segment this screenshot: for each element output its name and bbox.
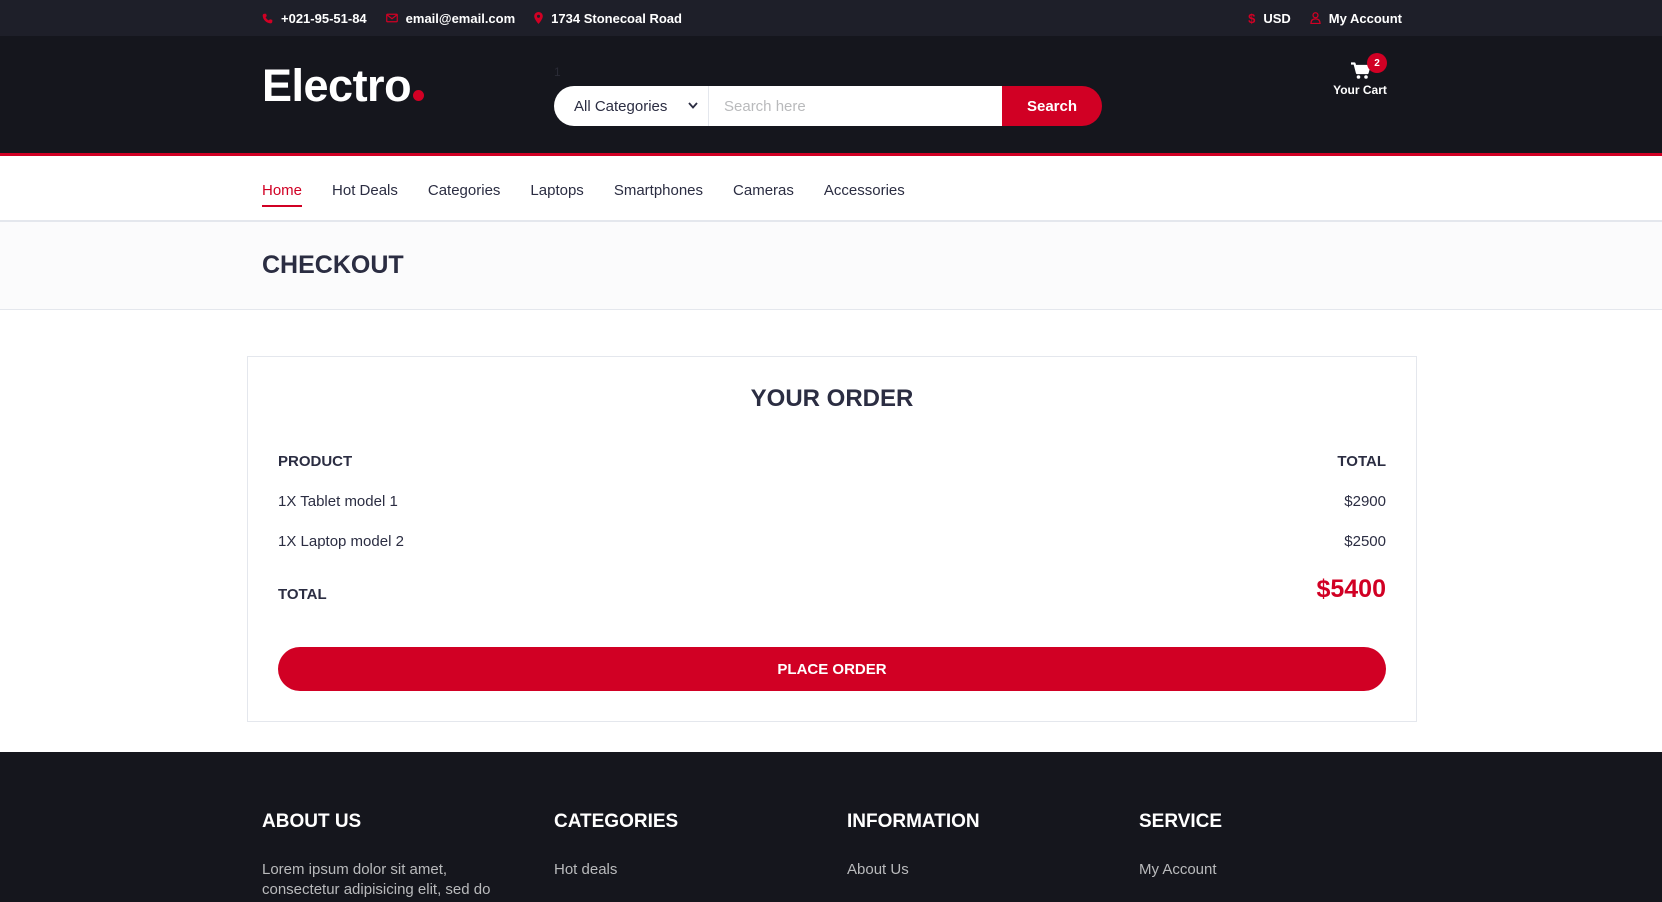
footer-categories: CATEGORIES Hot deals bbox=[554, 811, 814, 894]
order-item-row: 1X Tablet model 1 $2900 bbox=[278, 493, 1386, 510]
footer-categories-title: CATEGORIES bbox=[554, 811, 679, 832]
nav-item-categories[interactable]: Categories bbox=[428, 174, 501, 207]
footer-service-title: SERVICE bbox=[1139, 811, 1223, 832]
phone-link[interactable]: +021-95-51-84 bbox=[262, 11, 367, 26]
user-icon bbox=[1310, 12, 1321, 24]
footer-about: ABOUT US Lorem ipsum dolor sit amet, con… bbox=[262, 811, 522, 900]
phone-text: +021-95-51-84 bbox=[281, 10, 367, 26]
cart-label: Your Cart bbox=[1333, 83, 1387, 97]
map-marker-icon bbox=[534, 12, 543, 24]
nav-item-accessories[interactable]: Accessories bbox=[824, 174, 905, 207]
footer-link-my-account[interactable]: My Account bbox=[1139, 860, 1399, 880]
footer-about-title: ABOUT US bbox=[262, 811, 362, 832]
footer-about-text: Lorem ipsum dolor sit amet, consectetur … bbox=[262, 861, 491, 898]
order-total-row: TOTAL $5400 bbox=[278, 575, 1386, 604]
place-order-button[interactable]: PLACE ORDER bbox=[278, 647, 1386, 691]
top-bar-account: $ USD My Account bbox=[1248, 0, 1402, 36]
main-nav: Home Hot Deals Categories Laptops Smartp… bbox=[0, 159, 1662, 222]
footer-service: SERVICE My Account bbox=[1139, 811, 1399, 894]
cart-count-badge: 2 bbox=[1367, 53, 1387, 73]
currency-text: USD bbox=[1263, 10, 1291, 26]
envelope-icon bbox=[385, 13, 398, 23]
breadcrumb: CHECKOUT bbox=[0, 222, 1662, 310]
order-title: YOUR ORDER bbox=[750, 385, 914, 412]
footer-service-list: My Account bbox=[1139, 860, 1399, 880]
footer-categories-list: Hot deals bbox=[554, 860, 814, 880]
nav-list: Home Hot Deals Categories Laptops Smartp… bbox=[262, 159, 905, 222]
nav-item-smartphones[interactable]: Smartphones bbox=[614, 174, 703, 207]
email-link[interactable]: email@email.com bbox=[385, 10, 516, 26]
nav-item-home[interactable]: Home bbox=[262, 174, 303, 207]
footer-link-about-us[interactable]: About Us bbox=[847, 860, 1107, 880]
account-text: My Account bbox=[1328, 10, 1402, 26]
header-mark: 1 bbox=[554, 65, 561, 79]
column-product: PRODUCT bbox=[278, 453, 353, 470]
top-bar-contact: +021-95-51-84 email@email.com 1734 Stone… bbox=[262, 0, 682, 36]
main-header: Electro 1 All Categories Search here Sea… bbox=[0, 36, 1662, 156]
column-total: TOTAL bbox=[1337, 453, 1386, 470]
order-total-label: TOTAL bbox=[278, 586, 327, 603]
email-text: email@email.com bbox=[405, 10, 516, 26]
footer-link-hot-deals[interactable]: Hot deals bbox=[554, 860, 814, 880]
search-input[interactable]: Search here bbox=[709, 86, 1002, 126]
chevron-down-icon bbox=[688, 100, 698, 112]
address-text: 1734 Stonecoal Road bbox=[551, 10, 682, 26]
cart-button[interactable]: Your Cart 2 bbox=[1320, 53, 1400, 97]
order-item-price: $2900 bbox=[1344, 493, 1386, 510]
page: +021-95-51-84 email@email.com 1734 Stone… bbox=[0, 0, 1662, 902]
nav-item-cameras[interactable]: Cameras bbox=[733, 174, 794, 207]
footer-information-list: About Us bbox=[847, 860, 1107, 880]
currency-link[interactable]: $ USD bbox=[1248, 11, 1291, 26]
order-header-row: PRODUCT TOTAL bbox=[278, 453, 1386, 470]
nav-item-laptops[interactable]: Laptops bbox=[530, 174, 583, 207]
search-placeholder: Search here bbox=[724, 97, 806, 115]
logo-text: Electro bbox=[262, 60, 412, 111]
dollar-icon: $ bbox=[1248, 10, 1256, 26]
nav-item-hot-deals[interactable]: Hot Deals bbox=[332, 174, 398, 207]
footer-information-title: INFORMATION bbox=[847, 811, 980, 832]
order-item-name: 1X Laptop model 2 bbox=[278, 533, 404, 550]
top-bar: +021-95-51-84 email@email.com 1734 Stone… bbox=[0, 0, 1662, 36]
category-select[interactable]: All Categories bbox=[554, 86, 709, 126]
logo-dot bbox=[413, 90, 425, 101]
search-form: All Categories Search here Search bbox=[554, 86, 1102, 126]
account-link[interactable]: My Account bbox=[1310, 11, 1402, 26]
search-button[interactable]: Search bbox=[1002, 86, 1102, 126]
phone-icon bbox=[262, 13, 273, 24]
order-item-price: $2500 bbox=[1344, 533, 1386, 550]
order-item-name: 1X Tablet model 1 bbox=[278, 493, 398, 510]
order-summary: YOUR ORDER PRODUCT TOTAL 1X Tablet model… bbox=[247, 356, 1417, 722]
page-title: CHECKOUT bbox=[262, 251, 404, 279]
address-link[interactable]: 1734 Stonecoal Road bbox=[534, 11, 682, 26]
logo[interactable]: Electro bbox=[262, 60, 425, 112]
order-item-row: 1X Laptop model 2 $2500 bbox=[278, 533, 1386, 550]
footer: ABOUT US Lorem ipsum dolor sit amet, con… bbox=[0, 752, 1662, 902]
footer-information: INFORMATION About Us bbox=[847, 811, 1107, 894]
order-total-value: $5400 bbox=[1316, 575, 1386, 603]
category-select-value: All Categories bbox=[574, 97, 668, 115]
